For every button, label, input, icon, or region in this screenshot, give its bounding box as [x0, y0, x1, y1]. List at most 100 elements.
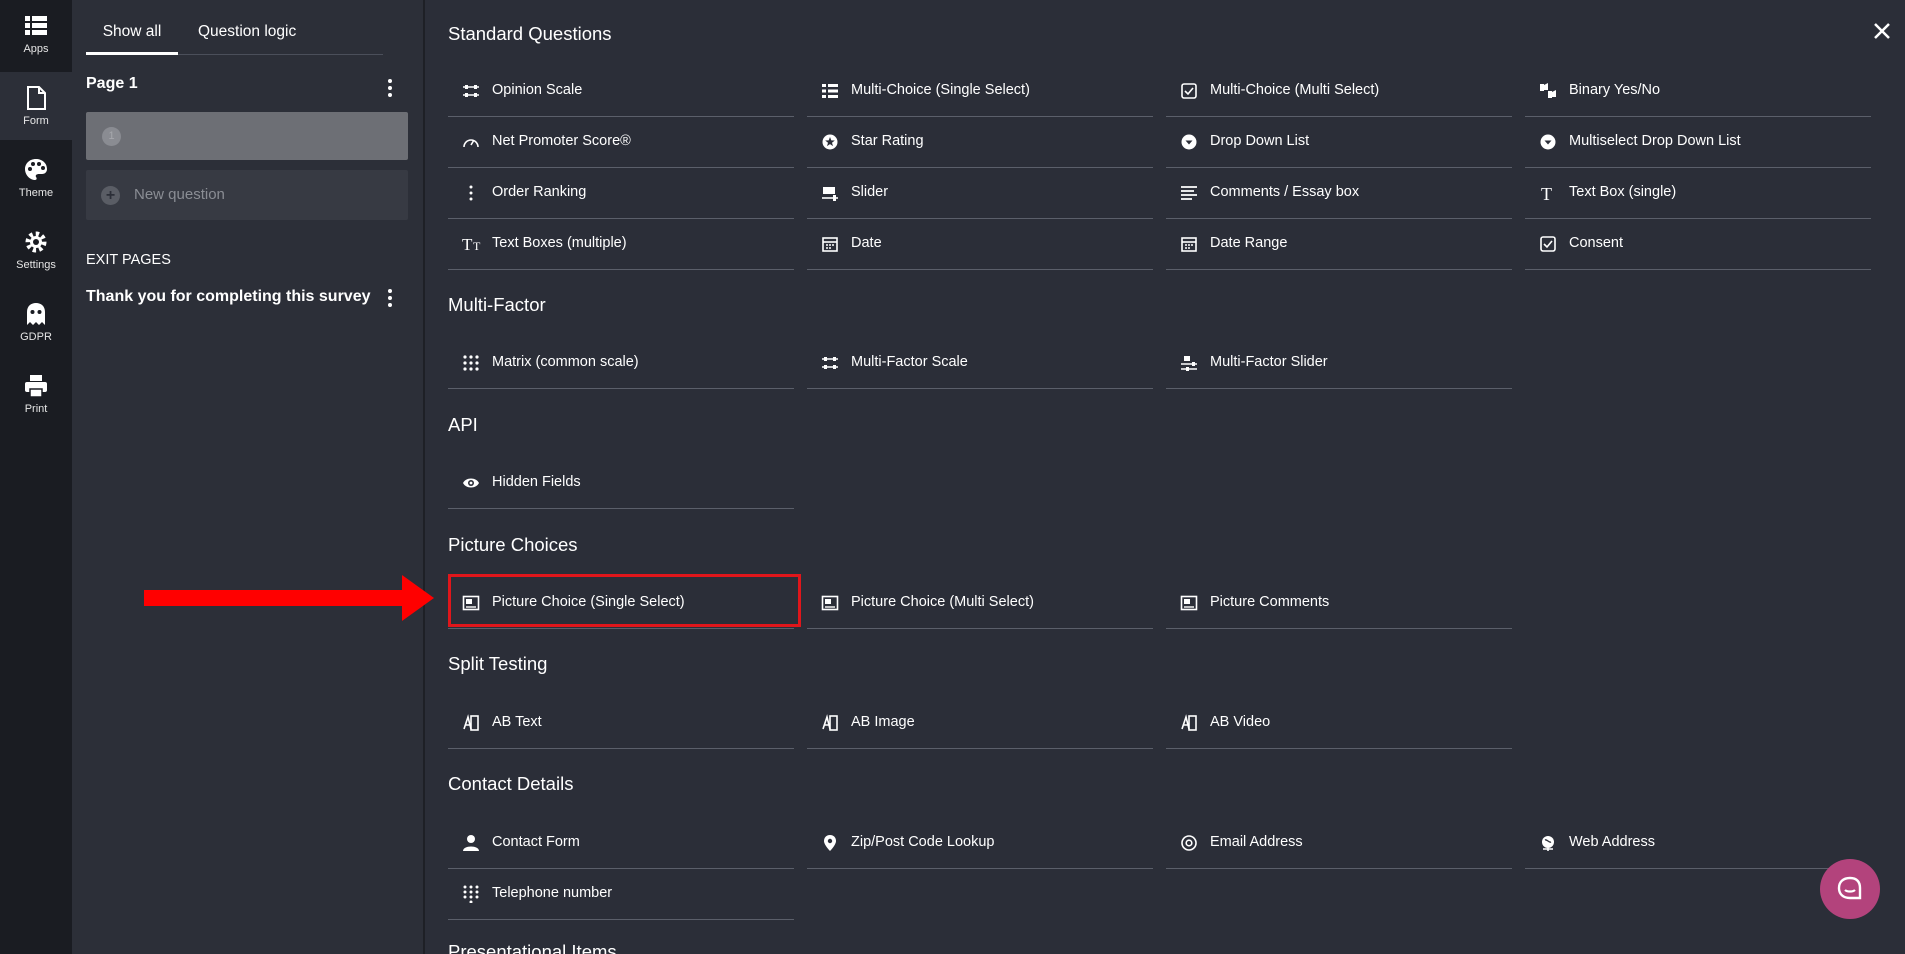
question-type-label: Multi-Factor Slider [1210, 354, 1328, 370]
question-type-item[interactable]: Comments / Essay box [1166, 168, 1512, 219]
question-type-item[interactable]: Consent [1525, 219, 1871, 270]
rail-settings-label: Settings [16, 259, 56, 271]
question-type-item[interactable]: Slider [807, 168, 1153, 219]
question-type-item[interactable]: Zip/Post Code Lookup [807, 818, 1153, 869]
question-type-label: Text Box (single) [1569, 184, 1677, 200]
section-title-presentational: Presentational Items [448, 941, 617, 954]
section-title-picture: Picture Choices [448, 534, 578, 555]
svg-text:T: T [1541, 184, 1552, 202]
question-type-item[interactable]: Contact Form [448, 818, 794, 869]
question-type-item[interactable]: Picture Comments [1166, 578, 1512, 629]
question-type-item[interactable]: Net Promoter Score® [448, 117, 794, 168]
question-type-label: Multi-Choice (Multi Select) [1210, 82, 1380, 98]
exit-page-item[interactable]: Thank you for completing this survey [86, 288, 371, 306]
rail-print[interactable]: Print [0, 360, 72, 428]
question-card[interactable]: 1 [86, 112, 408, 160]
question-type-item[interactable]: Order Ranking [448, 168, 794, 219]
rail-apps-label: Apps [23, 43, 49, 55]
question-type-item[interactable]: Email Address [1166, 818, 1512, 869]
paragraph-icon [1181, 186, 1197, 200]
question-type-label: Email Address [1210, 834, 1303, 850]
question-type-label: Multi-Choice (Single Select) [851, 82, 1030, 98]
question-type-item[interactable]: TT Text Boxes (multiple) [448, 219, 794, 270]
question-type-label: Binary Yes/No [1569, 82, 1661, 98]
rail-form[interactable]: Form [0, 72, 72, 140]
section-title-contact: Contact Details [448, 773, 574, 794]
rail-theme[interactable]: Theme [0, 144, 72, 212]
question-type-label: Order Ranking [492, 184, 587, 200]
question-type-picker: Standard Questions Multi-Factor API Pict… [424, 0, 1905, 954]
question-type-item[interactable]: Hidden Fields [448, 458, 794, 509]
ab-test-icon [1181, 714, 1197, 731]
question-type-label: Multi-Factor Scale [851, 354, 968, 370]
question-type-label: Hidden Fields [492, 474, 581, 490]
section-title-multi-factor: Multi-Factor [448, 294, 546, 315]
svg-text:T: T [473, 239, 481, 253]
apps-icon [25, 16, 47, 35]
person-icon [463, 835, 479, 851]
exit-page-menu-kebab-icon[interactable] [380, 286, 400, 310]
question-type-label: Contact Form [492, 834, 580, 850]
question-type-label: Zip/Post Code Lookup [851, 834, 995, 850]
tab-question-logic[interactable]: Question logic [198, 18, 296, 52]
section-title-api: API [448, 414, 478, 435]
theme-icon [25, 159, 47, 180]
question-type-item[interactable]: Web Address [1525, 818, 1871, 869]
question-type-item[interactable]: Star Rating [807, 117, 1153, 168]
close-icon[interactable] [1869, 18, 1895, 44]
slider-icon [822, 187, 838, 201]
section-title-split-testing: Split Testing [448, 653, 548, 674]
question-type-label: AB Image [851, 714, 915, 730]
question-type-label: AB Video [1210, 714, 1271, 730]
question-type-item[interactable]: Multi-Choice (Multi Select) [1166, 66, 1512, 117]
question-type-item[interactable]: Opinion Scale [448, 66, 794, 117]
question-type-label: Text Boxes (multiple) [492, 235, 627, 251]
question-type-item[interactable]: Telephone number [448, 869, 794, 920]
tab-show-all[interactable]: Show all [86, 18, 178, 55]
dropdown-icon [1181, 134, 1197, 150]
slider-icon [1181, 356, 1197, 371]
question-type-item[interactable]: Multi-Factor Scale [807, 338, 1153, 389]
question-type-label: Date Range [1210, 235, 1288, 251]
question-type-item[interactable]: Date [807, 219, 1153, 270]
calendar-icon [1181, 237, 1197, 252]
question-type-item[interactable]: Multi-Choice (Single Select) [807, 66, 1153, 117]
question-type-item[interactable]: Picture Choice (Multi Select) [807, 578, 1153, 629]
question-type-label: Slider [851, 184, 889, 200]
gear-icon [25, 231, 47, 253]
question-type-item[interactable]: AB Video [1166, 698, 1512, 749]
rail-print-label: Print [24, 403, 48, 415]
question-type-label: Multiselect Drop Down List [1569, 133, 1741, 149]
chat-support-button[interactable] [1820, 859, 1880, 919]
rail-apps[interactable]: Apps [0, 0, 72, 68]
list-icon [822, 84, 838, 98]
page-menu-kebab-icon[interactable] [380, 76, 400, 100]
app-nav-rail: Apps Form Theme Settings GDPR Print [0, 0, 72, 954]
question-type-item[interactable]: Drop Down List [1166, 117, 1512, 168]
question-type-item[interactable]: Date Range [1166, 219, 1512, 270]
page-title: Page 1 [86, 75, 138, 92]
at-icon [1181, 835, 1197, 851]
new-question-button[interactable]: + New question [86, 170, 408, 220]
new-question-label: New question [134, 186, 225, 203]
question-type-label: Web Address [1569, 834, 1655, 850]
question-type-label: Comments / Essay box [1210, 184, 1360, 200]
rail-gdpr[interactable]: GDPR [0, 288, 72, 356]
question-type-item[interactable]: Matrix (common scale) [448, 338, 794, 389]
question-type-item[interactable]: T Text Box (single) [1525, 168, 1871, 219]
rail-theme-label: Theme [18, 187, 54, 199]
question-type-item[interactable]: AB Image [807, 698, 1153, 749]
question-type-item[interactable]: Multiselect Drop Down List [1525, 117, 1871, 168]
highlight-box [448, 574, 801, 627]
question-type-item[interactable]: AB Text [448, 698, 794, 749]
gauge-icon [463, 139, 479, 148]
question-type-item[interactable]: Multi-Factor Slider [1166, 338, 1512, 389]
ab-test-icon [463, 714, 479, 731]
pin-icon [824, 835, 836, 851]
keypad-icon [463, 885, 479, 903]
question-type-label: Net Promoter Score® [492, 133, 631, 149]
question-type-item[interactable]: Binary Yes/No [1525, 66, 1871, 117]
rail-settings[interactable]: Settings [0, 216, 72, 284]
globe-icon [1542, 836, 1554, 851]
rail-form-label: Form [23, 115, 49, 127]
